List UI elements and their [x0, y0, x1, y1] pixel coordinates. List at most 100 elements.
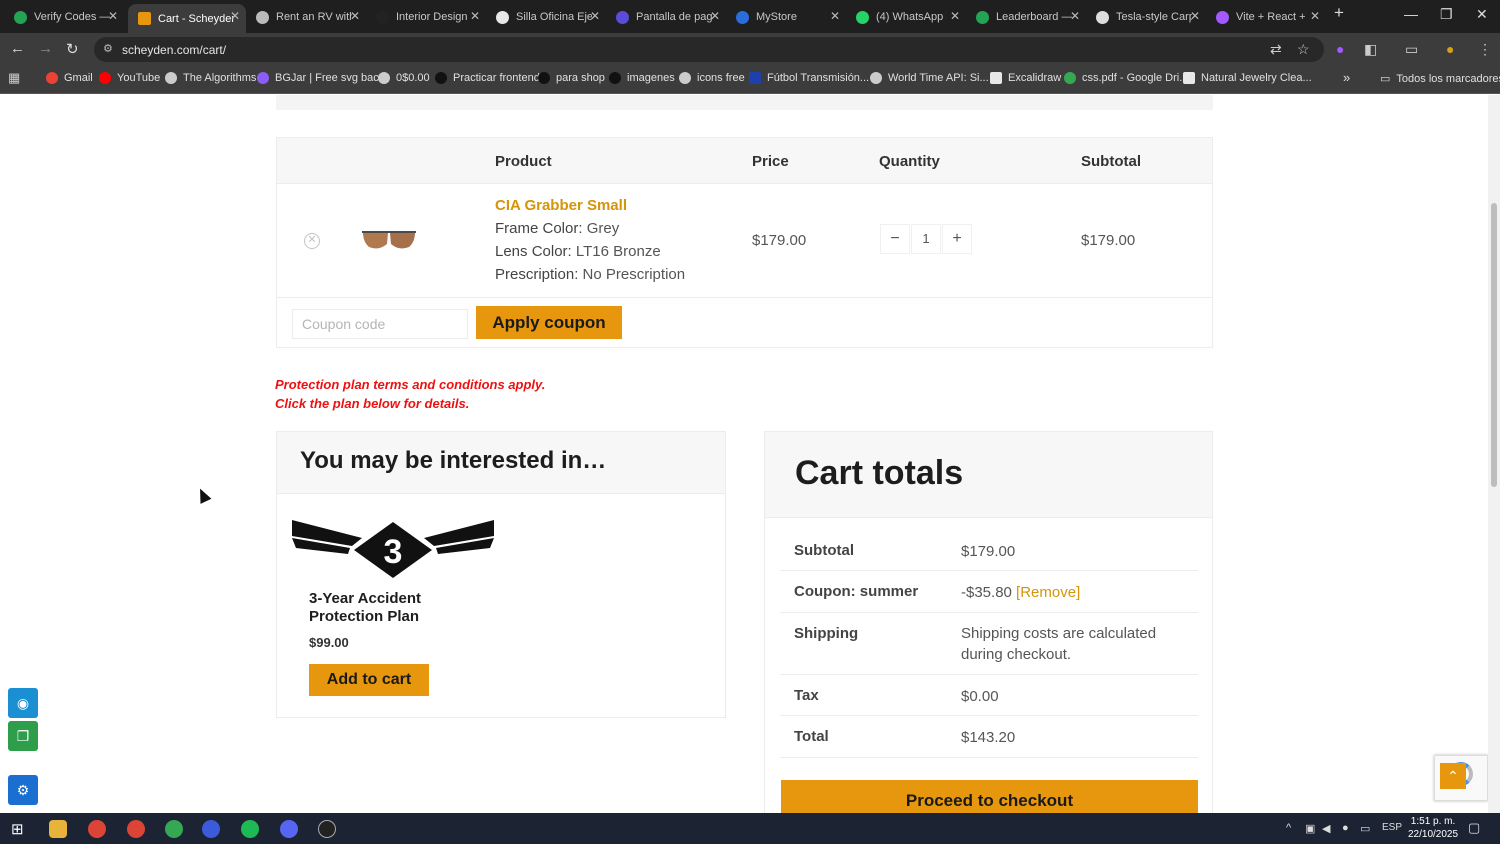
chrome-alt-icon[interactable]: [165, 820, 183, 838]
translate-icon[interactable]: ⇄: [1270, 41, 1282, 58]
forward-icon[interactable]: →: [38, 40, 53, 57]
more-bookmarks-icon[interactable]: »: [1343, 70, 1350, 85]
menu-kebab-icon[interactable]: ⋮: [1478, 41, 1492, 58]
bookmark-gmail[interactable]: Gmail: [46, 72, 93, 84]
protection-plan-badge[interactable]: 3: [292, 516, 494, 580]
extension-icon[interactable]: ●: [1336, 41, 1344, 57]
microphone-icon[interactable]: ●: [1342, 822, 1349, 834]
close-tab-icon[interactable]: ✕: [710, 9, 720, 23]
network-icon[interactable]: ▭: [1360, 822, 1370, 835]
reload-icon[interactable]: ↻: [66, 40, 79, 58]
bookmark-natural-jewelry[interactable]: Natural Jewelry Clea...: [1183, 72, 1312, 84]
copy-widget-icon[interactable]: ❐: [8, 721, 38, 751]
back-icon[interactable]: ←: [10, 40, 25, 57]
page-scrollbar[interactable]: [1488, 95, 1500, 813]
close-tab-icon[interactable]: ✕: [1190, 9, 1200, 23]
bookmark-world-time[interactable]: World Time API: Si...: [870, 72, 989, 84]
favicon-icon: [616, 10, 629, 24]
coupon-code-input[interactable]: [292, 309, 468, 339]
volume-icon[interactable]: ◀: [1322, 822, 1330, 835]
tab-vite[interactable]: Vite + React + ✕: [1206, 4, 1326, 30]
settings-gear-icon[interactable]: ⚙: [8, 775, 38, 805]
bookmark-bgjar[interactable]: BGJar | Free svg bac...: [257, 72, 388, 84]
bookmark-excalidraw[interactable]: Excalidraw: [990, 72, 1061, 84]
restore-icon[interactable]: ❐: [1440, 6, 1453, 23]
bookmark-futbol[interactable]: Fútbol Transmisión...: [749, 72, 869, 84]
arc-icon[interactable]: [202, 820, 220, 838]
futbol-icon: [749, 72, 761, 84]
close-tab-icon[interactable]: ✕: [108, 9, 118, 23]
quantity-input[interactable]: 1: [911, 224, 941, 254]
close-tab-icon[interactable]: ✕: [470, 9, 480, 23]
tab-whatsapp[interactable]: (4) WhatsApp ✕: [846, 4, 966, 30]
bookmark-zero[interactable]: 0$0.00: [378, 72, 430, 84]
tab-verify-codes[interactable]: Verify Codes — ✕: [4, 4, 124, 30]
apps-grid-icon[interactable]: ▦: [8, 70, 20, 86]
bookmark-star-icon[interactable]: ☆: [1297, 41, 1310, 58]
chrome-icon[interactable]: [88, 820, 106, 838]
tab-tesla[interactable]: Tesla-style Carp ✕: [1086, 4, 1206, 30]
totals-row-subtotal: Subtotal $179.00: [780, 533, 1198, 571]
bookmark-css-pdf[interactable]: css.pdf - Google Dri...: [1064, 72, 1188, 84]
tab-silla-oficina[interactable]: Silla Oficina Eje ✕: [486, 4, 606, 30]
all-bookmarks[interactable]: ▭ Todos los marcadores: [1380, 72, 1500, 86]
bookmark-practicar[interactable]: Practicar frontend: [435, 72, 540, 84]
close-tab-icon[interactable]: ✕: [1070, 9, 1080, 23]
tab-rent-rv[interactable]: Rent an RV with ✕: [246, 4, 366, 30]
new-tab-icon[interactable]: +: [1334, 3, 1344, 23]
scroll-to-top-button[interactable]: ⌃: [1440, 763, 1466, 789]
tray-chevron-icon[interactable]: ^: [1286, 822, 1291, 834]
file-explorer-icon[interactable]: [49, 820, 67, 838]
bookmark-algorithms[interactable]: The Algorithms: [165, 72, 256, 84]
close-tab-icon[interactable]: ✕: [1310, 9, 1320, 23]
product-name-link[interactable]: CIA Grabber Small: [495, 197, 627, 214]
tab-pantalla[interactable]: Pantalla de pag ✕: [606, 4, 726, 30]
header-subtotal: Subtotal: [1081, 153, 1141, 170]
chrome-profile-icon[interactable]: [127, 820, 145, 838]
bookmark-icons-free[interactable]: icons free: [679, 72, 745, 84]
scrollbar-thumb[interactable]: [1491, 203, 1497, 487]
mouse-cursor-icon: [194, 486, 212, 504]
discord-icon[interactable]: [280, 820, 298, 838]
obs-icon[interactable]: [318, 820, 336, 838]
bookmark-para-shop[interactable]: para shop: [538, 72, 605, 84]
tab-mystore[interactable]: MyStore ✕: [726, 4, 846, 30]
apply-coupon-button[interactable]: Apply coupon: [476, 306, 622, 339]
close-tab-icon[interactable]: ✕: [590, 9, 600, 23]
close-window-icon[interactable]: ✕: [1476, 6, 1488, 23]
tab-leaderboard[interactable]: Leaderboard — ✕: [966, 4, 1086, 30]
coupon-divider: [277, 297, 1212, 298]
close-tab-icon[interactable]: ✕: [230, 9, 240, 23]
remove-item-icon[interactable]: ✕: [304, 233, 320, 249]
quantity-increase-button[interactable]: +: [942, 224, 972, 254]
accessibility-eye-icon[interactable]: ◉: [8, 688, 38, 718]
bookmark-imagenes[interactable]: imagenes: [609, 72, 675, 84]
tab-cart[interactable]: Cart - Scheyden ✕: [128, 4, 246, 33]
profile-avatar-icon[interactable]: ●: [1446, 41, 1454, 57]
add-to-cart-button[interactable]: Add to cart: [309, 664, 429, 696]
address-bar[interactable]: ⚙ scheyden.com/cart/: [94, 37, 1324, 62]
quantity-decrease-button[interactable]: −: [880, 224, 910, 254]
close-tab-icon[interactable]: ✕: [350, 9, 360, 23]
system-clock[interactable]: 1:51 p. m. 22/10/2025: [1408, 815, 1458, 841]
tab-search-icon[interactable]: ▭: [1405, 41, 1418, 58]
minimize-icon[interactable]: —: [1404, 6, 1418, 22]
windows-start-icon[interactable]: ⊞: [11, 820, 24, 838]
tab-interior-design[interactable]: Interior Design ✕: [366, 4, 486, 30]
bookmark-youtube[interactable]: YouTube: [99, 72, 160, 84]
language-indicator[interactable]: ESP: [1382, 822, 1402, 833]
sunglasses-thumbnail[interactable]: [361, 224, 417, 254]
close-tab-icon[interactable]: ✕: [830, 9, 840, 23]
proceed-to-checkout-button[interactable]: Proceed to checkout: [781, 780, 1198, 813]
site-info-icon[interactable]: ⚙: [103, 42, 113, 55]
cart-totals-panel: Cart totals Subtotal $179.00 Coupon: sum…: [764, 431, 1213, 813]
extensions-puzzle-icon[interactable]: ◧: [1364, 41, 1377, 58]
spotify-icon[interactable]: [241, 820, 259, 838]
badge-number: 3: [384, 533, 403, 571]
favicon-icon: [14, 10, 27, 24]
tray-meet-icon[interactable]: ▣: [1305, 822, 1315, 835]
notifications-icon[interactable]: ▢: [1468, 820, 1480, 836]
close-tab-icon[interactable]: ✕: [950, 9, 960, 23]
remove-coupon-link[interactable]: [Remove]: [1016, 584, 1080, 601]
upsell-product-name[interactable]: 3-Year Accident Protection Plan: [309, 590, 469, 626]
